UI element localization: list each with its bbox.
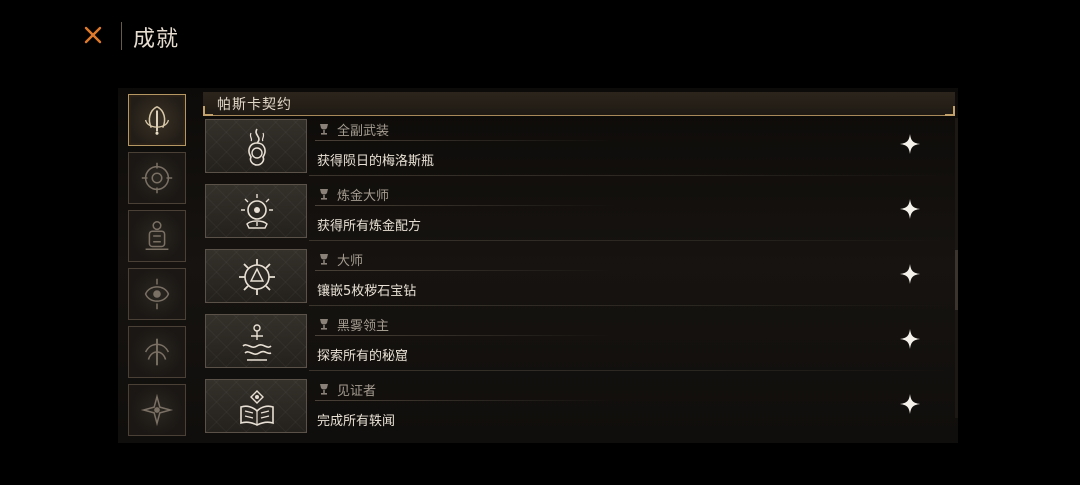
chalice-icon: [320, 189, 328, 200]
pascal-sigil-icon: [144, 106, 170, 135]
achievement-description: 获得所有炼金配方: [317, 219, 422, 234]
achievement-name: 全副武装: [337, 124, 390, 139]
page-title: 成就: [133, 27, 180, 52]
header-divider: [121, 22, 122, 50]
star-sigil-icon: [140, 393, 174, 427]
fog-emblem-icon: [242, 324, 272, 361]
achievements-screen: 成就 帕斯卡契约 全副武装 获得陨日的梅洛斯瓶 炼金大师 获得所有炼金配方 大师…: [0, 0, 1080, 485]
achievement-row[interactable]: 大师 镶嵌5枚秽石宝钻: [205, 249, 955, 307]
close-x-icon: [84, 26, 102, 44]
row-divider: [309, 240, 949, 241]
category-tab-eye[interactable]: [128, 268, 186, 320]
sparkle-star-icon: [900, 134, 920, 154]
achievement-name: 黑雾领主: [337, 319, 390, 334]
achievement-emblem: [205, 184, 307, 238]
sparkle-star-icon: [900, 199, 920, 219]
row-divider: [309, 305, 949, 306]
name-underline: [315, 270, 615, 271]
achievement-emblem: [205, 379, 307, 433]
category-tab-compass[interactable]: [128, 152, 186, 204]
name-underline: [315, 335, 615, 336]
achievement-emblem: [205, 314, 307, 368]
category-tab-pascal[interactable]: [128, 94, 186, 146]
achievement-name: 炼金大师: [337, 189, 390, 204]
corner-ornament-left: [203, 106, 213, 116]
book-emblem-icon: [240, 390, 274, 426]
achievement-row[interactable]: 见证者 完成所有轶闻: [205, 379, 955, 437]
category-tab-tree[interactable]: [128, 326, 186, 378]
achievement-name: 大师: [337, 254, 364, 269]
achievement-row[interactable]: 全副武装 获得陨日的梅洛斯瓶: [205, 119, 955, 177]
tree-sigil-icon: [144, 338, 170, 366]
corner-ornament-right: [945, 106, 955, 116]
gear-emblem-icon: [239, 259, 275, 295]
alchemy-emblem-icon: [241, 194, 273, 229]
achievement-name: 见证者: [337, 384, 377, 399]
category-tab-totem[interactable]: [128, 210, 186, 262]
chalice-icon: [320, 124, 328, 135]
name-underline: [315, 400, 615, 401]
scrollbar-thumb[interactable]: [955, 250, 958, 310]
compass-sigil-icon: [141, 162, 173, 194]
achievement-description: 探索所有的秘窟: [317, 349, 409, 364]
eye-sigil-icon: [144, 278, 170, 310]
row-divider: [309, 370, 949, 371]
achievement-description: 完成所有轶闻: [317, 414, 396, 429]
achievement-row[interactable]: 黑雾领主 探索所有的秘窟: [205, 314, 955, 372]
chalice-icon: [320, 254, 328, 265]
totem-sigil-icon: [145, 220, 169, 251]
sparkle-star-icon: [900, 264, 920, 284]
achievement-row[interactable]: 炼金大师 获得所有炼金配方: [205, 184, 955, 242]
name-underline: [315, 140, 615, 141]
row-divider: [309, 175, 949, 176]
flame-emblem-icon: [248, 128, 266, 166]
section-title: 帕斯卡契约: [217, 97, 292, 113]
sparkle-star-icon: [900, 329, 920, 349]
chalice-icon: [320, 319, 328, 330]
section-header: 帕斯卡契约: [203, 92, 955, 116]
achievement-description: 获得陨日的梅洛斯瓶: [317, 154, 435, 169]
achievement-emblem: [205, 119, 307, 173]
sparkle-star-icon: [900, 394, 920, 414]
achievement-emblem: [205, 249, 307, 303]
chalice-icon: [320, 384, 328, 395]
category-tab-star[interactable]: [128, 384, 186, 436]
achievement-description: 镶嵌5枚秽石宝钻: [317, 284, 417, 299]
name-underline: [315, 205, 615, 206]
close-button[interactable]: [80, 22, 106, 48]
